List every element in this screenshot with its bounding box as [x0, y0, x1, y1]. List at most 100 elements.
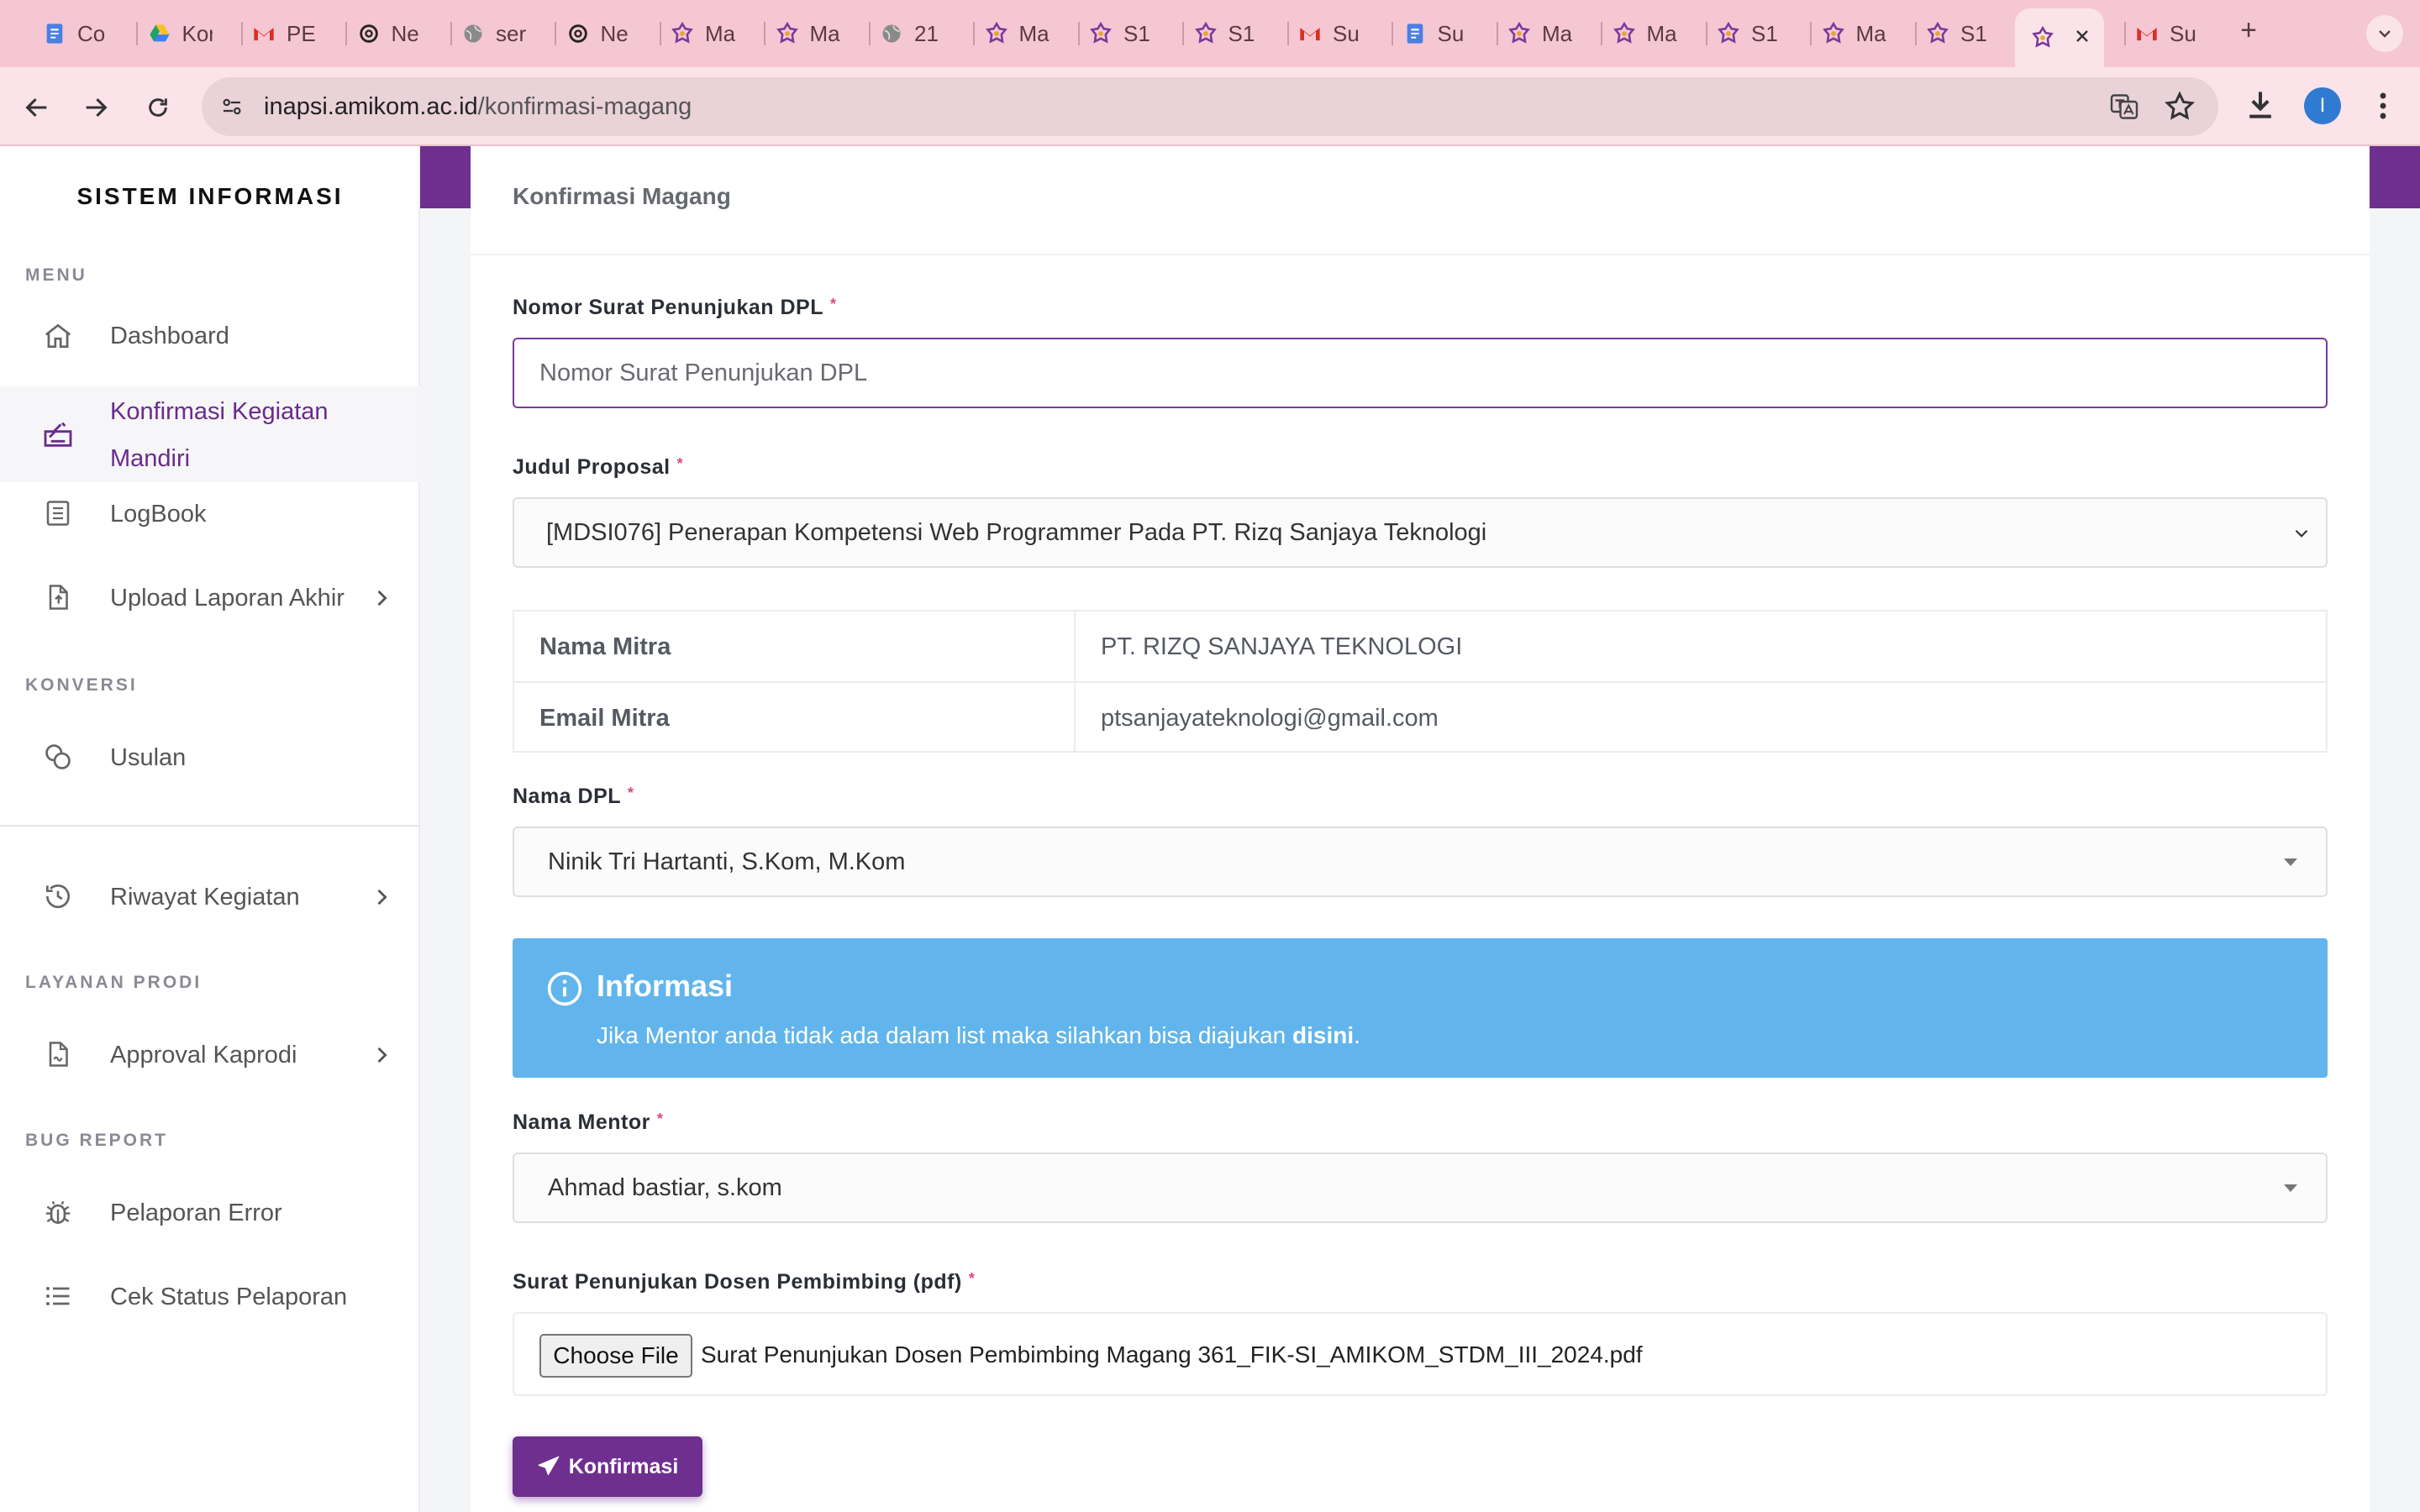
url-host: inapsi.amikom.ac.id: [264, 92, 478, 120]
required-mark: *: [829, 296, 837, 312]
info-circle-icon: [547, 971, 582, 1006]
surat-pdf-label: Surat Penunjukan Dosen Pembimbing (pdf) *: [513, 1270, 975, 1294]
gmail-icon: [1297, 21, 1323, 46]
bookmark-star-icon[interactable]: [2163, 90, 2196, 123]
gmail-icon: [251, 21, 276, 46]
browser-tab-title: S1: [1751, 20, 1778, 46]
browser-tab[interactable]: S1: [1193, 12, 1277, 55]
field-label-text: Judul Proposal: [513, 455, 671, 479]
browser-tab-title: Ne: [391, 20, 419, 46]
browser-tab[interactable]: 21: [879, 12, 963, 55]
forward-button[interactable]: [76, 87, 116, 128]
browser-tab[interactable]: PE: [251, 12, 335, 55]
browser-tab-title: Ne: [600, 20, 629, 46]
browser-tab[interactable]: Co: [42, 12, 126, 55]
page-title: Konfirmasi Magang: [513, 183, 731, 209]
browser-tab[interactable]: Ma: [1612, 12, 1696, 55]
back-button[interactable]: [17, 87, 57, 128]
browser-tab[interactable]: Ne: [566, 12, 650, 55]
browser-tab[interactable]: Su: [1297, 12, 1381, 55]
field-label-text: Surat Penunjukan Dosen Pembimbing (pdf): [513, 1270, 962, 1294]
coins-icon: [40, 739, 76, 774]
close-tab-icon[interactable]: [2072, 26, 2092, 50]
file-signature-icon: [40, 1037, 76, 1072]
browser-tab-title: 21: [914, 20, 939, 46]
chatgpt-icon: [356, 21, 381, 46]
sidebar-item-label: Riwayat Kegiatan: [110, 884, 300, 911]
browser-tab[interactable]: S1: [1088, 12, 1172, 55]
browser-tab-title: ser: [496, 20, 526, 46]
judul-proposal-selected: [MDSI076] Penerapan Kompetensi Web Progr…: [546, 518, 1487, 546]
browser-tab-title: Su: [2170, 20, 2196, 46]
translate-icon[interactable]: [2109, 92, 2139, 122]
browser-tab[interactable]: Kor: [147, 12, 231, 55]
browser-tab[interactable]: Ma: [984, 12, 1068, 55]
sidebar-item-cek-status-pelaporan[interactable]: Cek Status Pelaporan: [0, 1265, 420, 1327]
sidebar-item-logbook[interactable]: LogBook: [0, 482, 420, 544]
tab-separator: [2123, 22, 2126, 45]
browser-tab[interactable]: Su: [1402, 12, 1486, 55]
browser-toolbar: inapsi.amikom.ac.id/konfirmasi-magang I: [0, 67, 2420, 146]
globe-icon: [460, 21, 486, 46]
nama-dpl-selected: Ninik Tri Hartanti, S.Kom, M.Kom: [548, 848, 906, 875]
sidebar-item-label: Upload Laporan Akhir: [110, 585, 345, 612]
new-tab-button[interactable]: +: [2232, 13, 2265, 47]
address-bar[interactable]: inapsi.amikom.ac.id/konfirmasi-magang: [202, 77, 2218, 136]
more-menu-icon[interactable]: [2368, 87, 2398, 124]
tab-separator: [1077, 22, 1080, 45]
reload-button[interactable]: [138, 87, 178, 128]
sidebar-item-upload-laporan-akhir[interactable]: Upload Laporan Akhir: [0, 566, 420, 628]
nama-mentor-select[interactable]: Ahmad bastiar, s.kom: [513, 1152, 2328, 1223]
tab-search-button[interactable]: [2366, 15, 2403, 52]
nama-dpl-select[interactable]: Ninik Tri Hartanti, S.Kom, M.Kom: [513, 827, 2328, 897]
sidebar-item-approval-kaprodi[interactable]: Approval Kaprodi: [0, 1023, 420, 1085]
chevron-down-icon: [2379, 30, 2391, 38]
konfirmasi-button-label: Konfirmasi: [568, 1454, 679, 1478]
tab-separator: [555, 22, 556, 45]
sidebar-item-label: Cek Status Pelaporan: [110, 1284, 348, 1310]
propose-mentor-link[interactable]: disini: [1292, 1022, 1354, 1048]
sidebar-item-label: Dashboard: [110, 323, 229, 349]
nama-mentor-selected: Ahmad bastiar, s.kom: [548, 1173, 782, 1201]
tab-separator: [1286, 22, 1289, 45]
judul-proposal-select[interactable]: [MDSI076] Penerapan Kompetensi Web Progr…: [513, 497, 2328, 568]
amikom-icon: [1507, 21, 1532, 46]
sidebar-item-pelaporan-error[interactable]: Pelaporan Error: [0, 1181, 420, 1243]
browser-tab[interactable]: Ma: [1821, 12, 1905, 55]
nomor-surat-input[interactable]: Nomor Surat Penunjukan DPL: [513, 338, 2328, 408]
konfirmasi-button[interactable]: Konfirmasi: [513, 1436, 702, 1497]
sidebar-item-usulan[interactable]: Usulan: [0, 726, 420, 788]
browser-tab-title: Su: [1333, 20, 1360, 46]
browser-tab[interactable]: [2014, 8, 2104, 67]
browser-tab[interactable]: ser: [460, 12, 544, 55]
google-docs-icon: [42, 21, 67, 46]
browser-tab[interactable]: Ma: [1507, 12, 1591, 55]
browser-tab[interactable]: Ne: [356, 12, 440, 55]
sidebar-item-label: Usulan: [110, 744, 187, 771]
dropdown-arrow-icon: [2284, 1184, 2297, 1192]
site-info-icon[interactable]: [217, 92, 247, 122]
required-mark: *: [676, 455, 684, 472]
table-value-email-mitra: ptsanjayateknologi@gmail.com: [1101, 705, 1439, 732]
tab-separator: [1601, 22, 1602, 45]
tab-separator: [1182, 22, 1184, 45]
choose-file-button[interactable]: Choose File: [539, 1334, 692, 1378]
sidebar-item-dashboard[interactable]: Dashboard: [0, 306, 420, 366]
sidebar-item-riwayat-kegiatan[interactable]: Riwayat Kegiatan: [0, 865, 420, 927]
browser-tab[interactable]: Ma: [670, 12, 754, 55]
required-mark: *: [656, 1110, 664, 1127]
table-row: Email Mitra ptsanjayateknologi@gmail.com: [514, 681, 2326, 751]
section-label-layanan-prodi: LAYANAN PRODI: [25, 973, 203, 992]
browser-tab[interactable]: Ma: [775, 12, 859, 55]
browser-tab[interactable]: S1: [1925, 12, 2009, 55]
sidebar-item-konfirmasi-kegiatan-mandiri[interactable]: Konfirmasi Kegiatan Mandiri: [0, 386, 420, 482]
amikom-icon: [1716, 21, 1741, 46]
browser-tab[interactable]: Su: [2134, 12, 2218, 55]
profile-avatar[interactable]: I: [2304, 87, 2341, 124]
browser-tab[interactable]: S1: [1716, 12, 1800, 55]
download-icon[interactable]: [2242, 86, 2282, 126]
browser-tab-title: Ma: [1855, 20, 1886, 46]
tab-separator: [868, 22, 871, 45]
paper-plane-icon: [538, 1456, 560, 1476]
browser-tab-title: Ma: [1542, 20, 1572, 46]
